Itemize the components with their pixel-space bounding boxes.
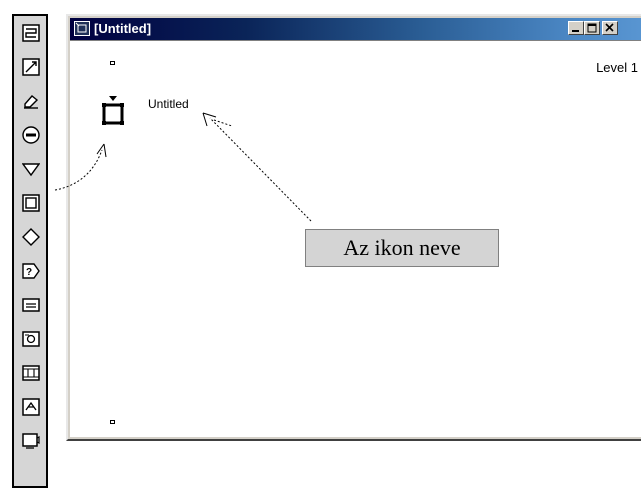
icon-name-callout: Az ikon neve — [305, 229, 499, 267]
